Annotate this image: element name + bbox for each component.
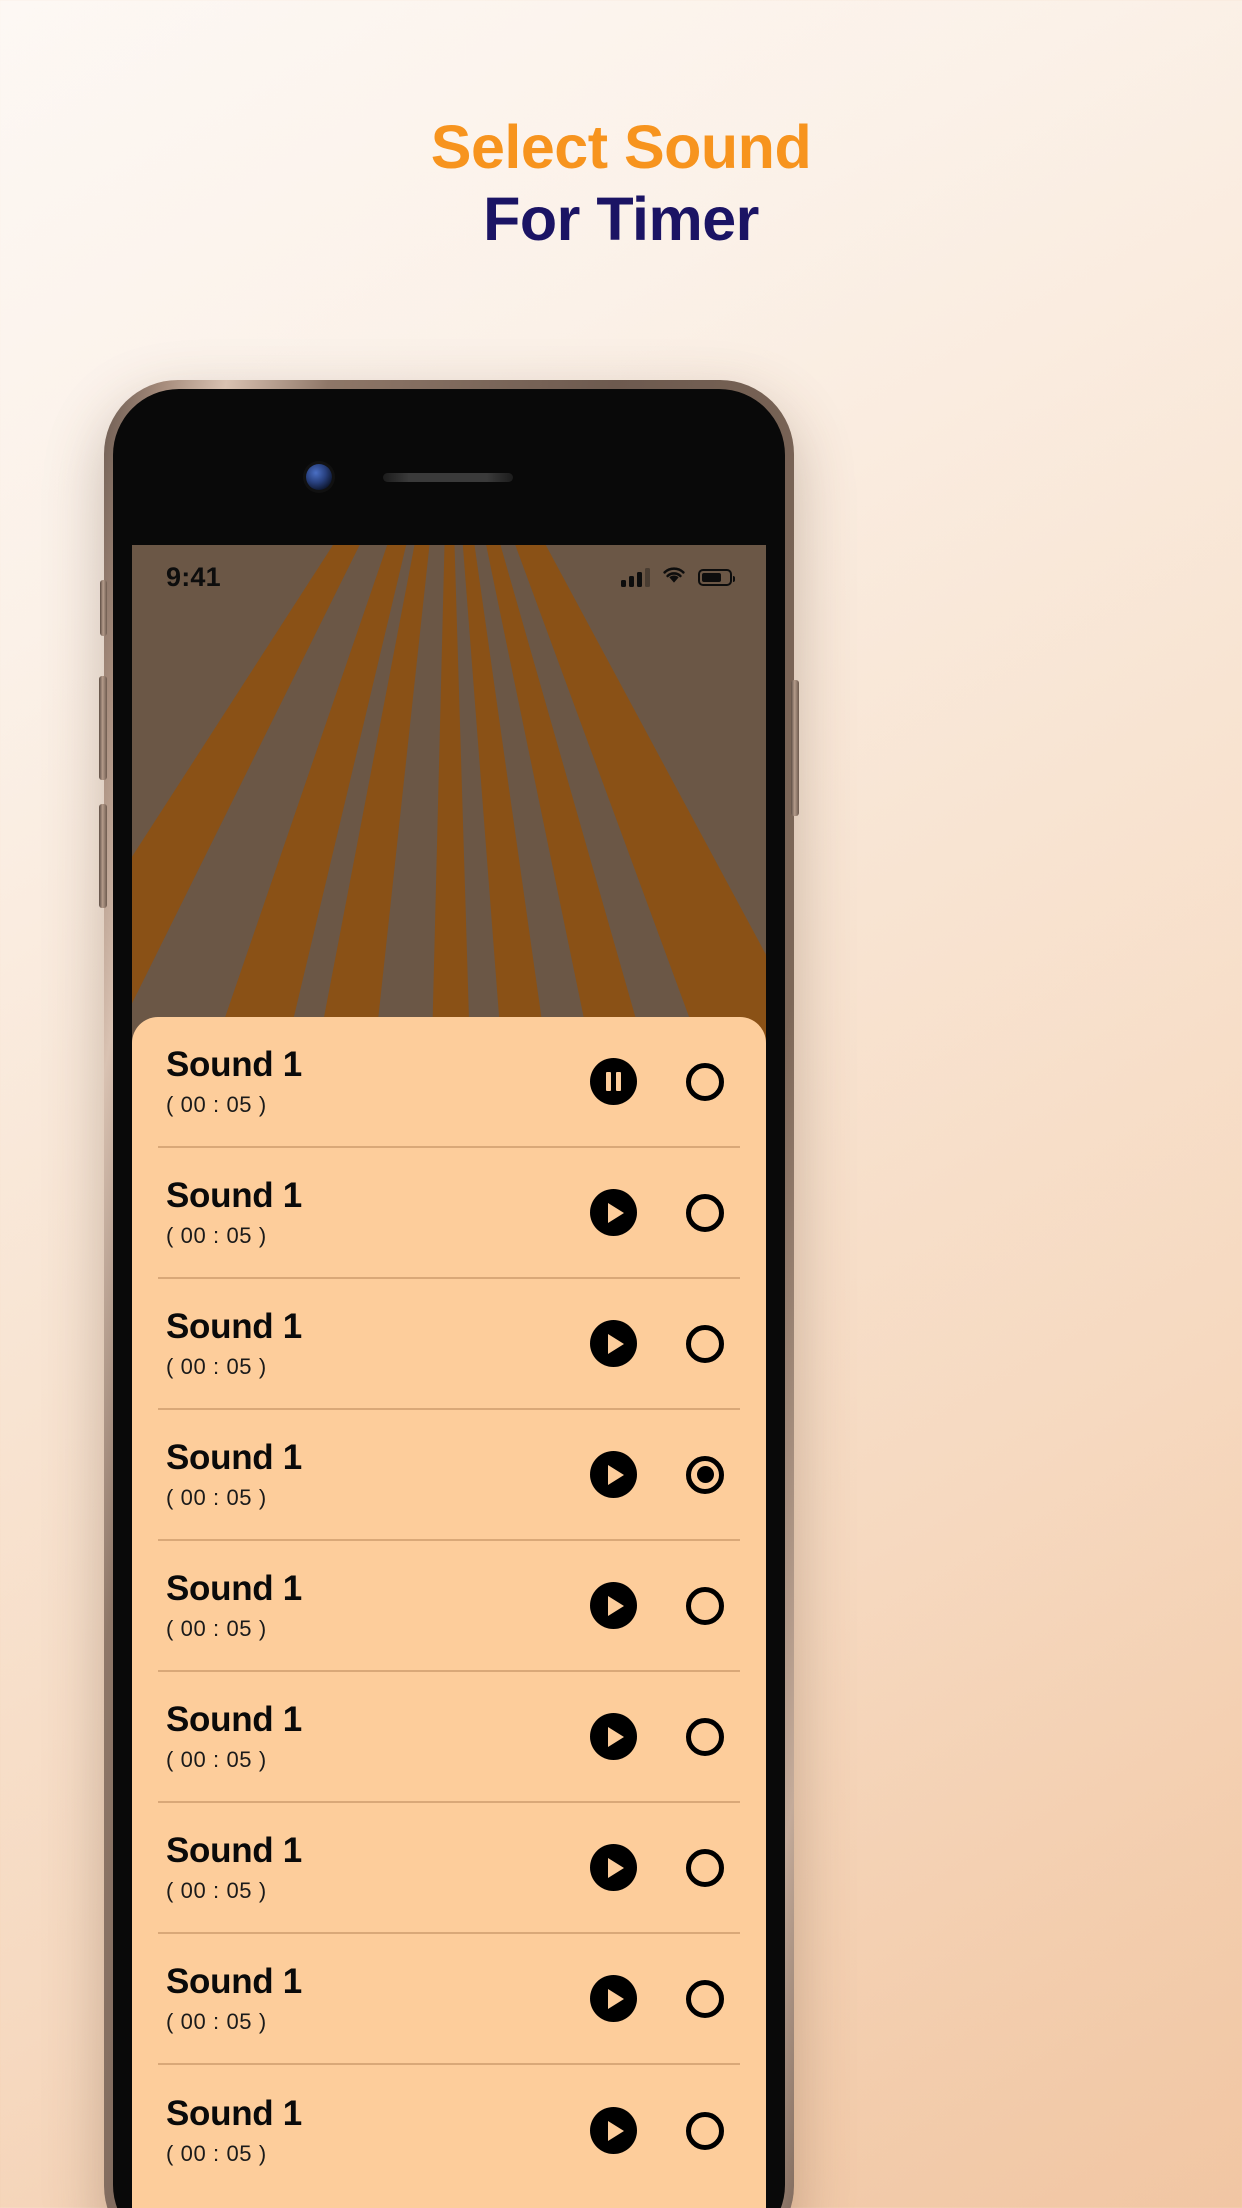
sound-actions <box>590 2107 740 2154</box>
play-icon[interactable] <box>590 2107 637 2154</box>
play-icon[interactable] <box>590 1844 637 1891</box>
speaker-grille-icon <box>383 473 513 482</box>
sound-actions <box>590 1582 740 1629</box>
list-item[interactable]: Sound 1 ( 00 : 05 ) <box>158 1017 740 1148</box>
radio-unselected-icon[interactable] <box>686 1193 724 1232</box>
radio-unselected-icon[interactable] <box>686 1062 724 1101</box>
radio-unselected-icon[interactable] <box>686 1324 724 1363</box>
list-item[interactable]: Sound 1 ( 00 : 05 ) <box>158 1410 740 1541</box>
mute-switch-button[interactable] <box>100 580 107 636</box>
pause-icon[interactable] <box>590 1058 637 1105</box>
sound-title: Sound 1 <box>166 1437 302 1477</box>
sound-actions <box>590 1451 740 1498</box>
radio-unselected-icon[interactable] <box>686 1717 724 1756</box>
phone-top-bezel <box>113 389 785 559</box>
list-item[interactable]: Sound 1 ( 00 : 05 ) <box>158 2065 740 2196</box>
phone-mockup: 9:41 Sound 1 ( 00: 05) Sound 1 (00: … <box>99 380 799 2208</box>
sound-duration: ( 00 : 05 ) <box>166 1092 267 1118</box>
sound-actions <box>590 1058 740 1105</box>
volume-up-button[interactable] <box>99 676 107 780</box>
page-title-line-2: For Timer <box>483 184 759 253</box>
sound-title: Sound 1 <box>166 1568 302 1608</box>
sound-title: Sound 1 <box>166 1961 302 2001</box>
sound-info: Sound 1 ( 00 : 05 ) <box>158 1045 590 1118</box>
status-bar-time: 9:41 <box>166 561 221 592</box>
sound-info: Sound 1 ( 00 : 05 ) <box>158 1176 590 1249</box>
sound-title: Sound 1 <box>166 1699 302 1739</box>
sound-duration: ( 00 : 05 ) <box>166 1223 267 1249</box>
sound-title: Sound 1 <box>166 1044 302 1084</box>
play-icon[interactable] <box>590 1975 637 2022</box>
sound-actions <box>590 1844 740 1891</box>
sound-actions <box>590 1189 740 1236</box>
sound-info: Sound 1 ( 00 : 05 ) <box>158 1962 590 2035</box>
sound-duration: ( 00 : 05 ) <box>166 1747 267 1773</box>
sound-actions <box>590 1713 740 1760</box>
play-icon[interactable] <box>590 1713 637 1760</box>
sound-title: Sound 1 <box>166 2093 302 2133</box>
sound-info: Sound 1 ( 00 : 05 ) <box>158 1700 590 1773</box>
phone-screen: 9:41 Sound 1 ( 00: 05) Sound 1 (00: … <box>132 545 766 2208</box>
list-item[interactable]: Sound 1 ( 00 : 05 ) <box>158 1934 740 2065</box>
sound-info: Sound 1 ( 00 : 05 ) <box>158 1831 590 1904</box>
sound-title: Sound 1 <box>166 1306 302 1346</box>
page-title-line-1: Select Sound <box>430 113 812 181</box>
cellular-signal-icon <box>621 567 650 587</box>
volume-down-button[interactable] <box>99 804 107 908</box>
sound-title: Sound 1 <box>166 1175 302 1215</box>
list-item[interactable]: Sound 1 ( 00 : 05 ) <box>158 1541 740 1672</box>
sound-info: Sound 1 ( 00 : 05 ) <box>158 2094 590 2167</box>
sound-duration: ( 00 : 05 ) <box>166 1878 267 1904</box>
radio-unselected-icon[interactable] <box>686 1586 724 1625</box>
sound-info: Sound 1 ( 00 : 05 ) <box>158 1569 590 1642</box>
battery-icon <box>698 568 735 586</box>
radio-selected-icon[interactable] <box>686 1455 724 1494</box>
list-item[interactable]: Sound 1 ( 00 : 05 ) <box>158 1279 740 1410</box>
front-camera-icon <box>306 464 332 490</box>
sound-actions <box>590 1975 740 2022</box>
sound-title: Sound 1 <box>166 1830 302 1870</box>
page-title: Select Sound For Timer <box>0 112 1242 256</box>
play-icon[interactable] <box>590 1451 637 1498</box>
sound-actions <box>590 1320 740 1367</box>
play-icon[interactable] <box>590 1189 637 1236</box>
sound-list-sheet: Sound 1 ( 00 : 05 ) Sound 1 ( 00 : 05 ) <box>132 1017 766 2208</box>
sound-duration: ( 00 : 05 ) <box>166 1616 267 1642</box>
status-bar: 9:41 <box>132 545 766 609</box>
power-button[interactable] <box>791 680 799 816</box>
list-item[interactable]: Sound 1 ( 00 : 05 ) <box>158 1148 740 1279</box>
status-bar-icons <box>621 565 735 589</box>
list-item[interactable]: Sound 1 ( 00 : 05 ) <box>158 1672 740 1803</box>
play-icon[interactable] <box>590 1582 637 1629</box>
sound-duration: ( 00 : 05 ) <box>166 2141 267 2167</box>
radio-unselected-icon[interactable] <box>686 2111 724 2150</box>
sound-info: Sound 1 ( 00 : 05 ) <box>158 1438 590 1511</box>
list-item[interactable]: Sound 1 ( 00 : 05 ) <box>158 1803 740 1934</box>
radio-unselected-icon[interactable] <box>686 1848 724 1887</box>
sound-duration: ( 00 : 05 ) <box>166 1354 267 1380</box>
play-icon[interactable] <box>590 1320 637 1367</box>
sound-info: Sound 1 ( 00 : 05 ) <box>158 1307 590 1380</box>
radio-unselected-icon[interactable] <box>686 1979 724 2018</box>
sound-duration: ( 00 : 05 ) <box>166 2009 267 2035</box>
wifi-icon <box>661 565 687 589</box>
sound-duration: ( 00 : 05 ) <box>166 1485 267 1511</box>
